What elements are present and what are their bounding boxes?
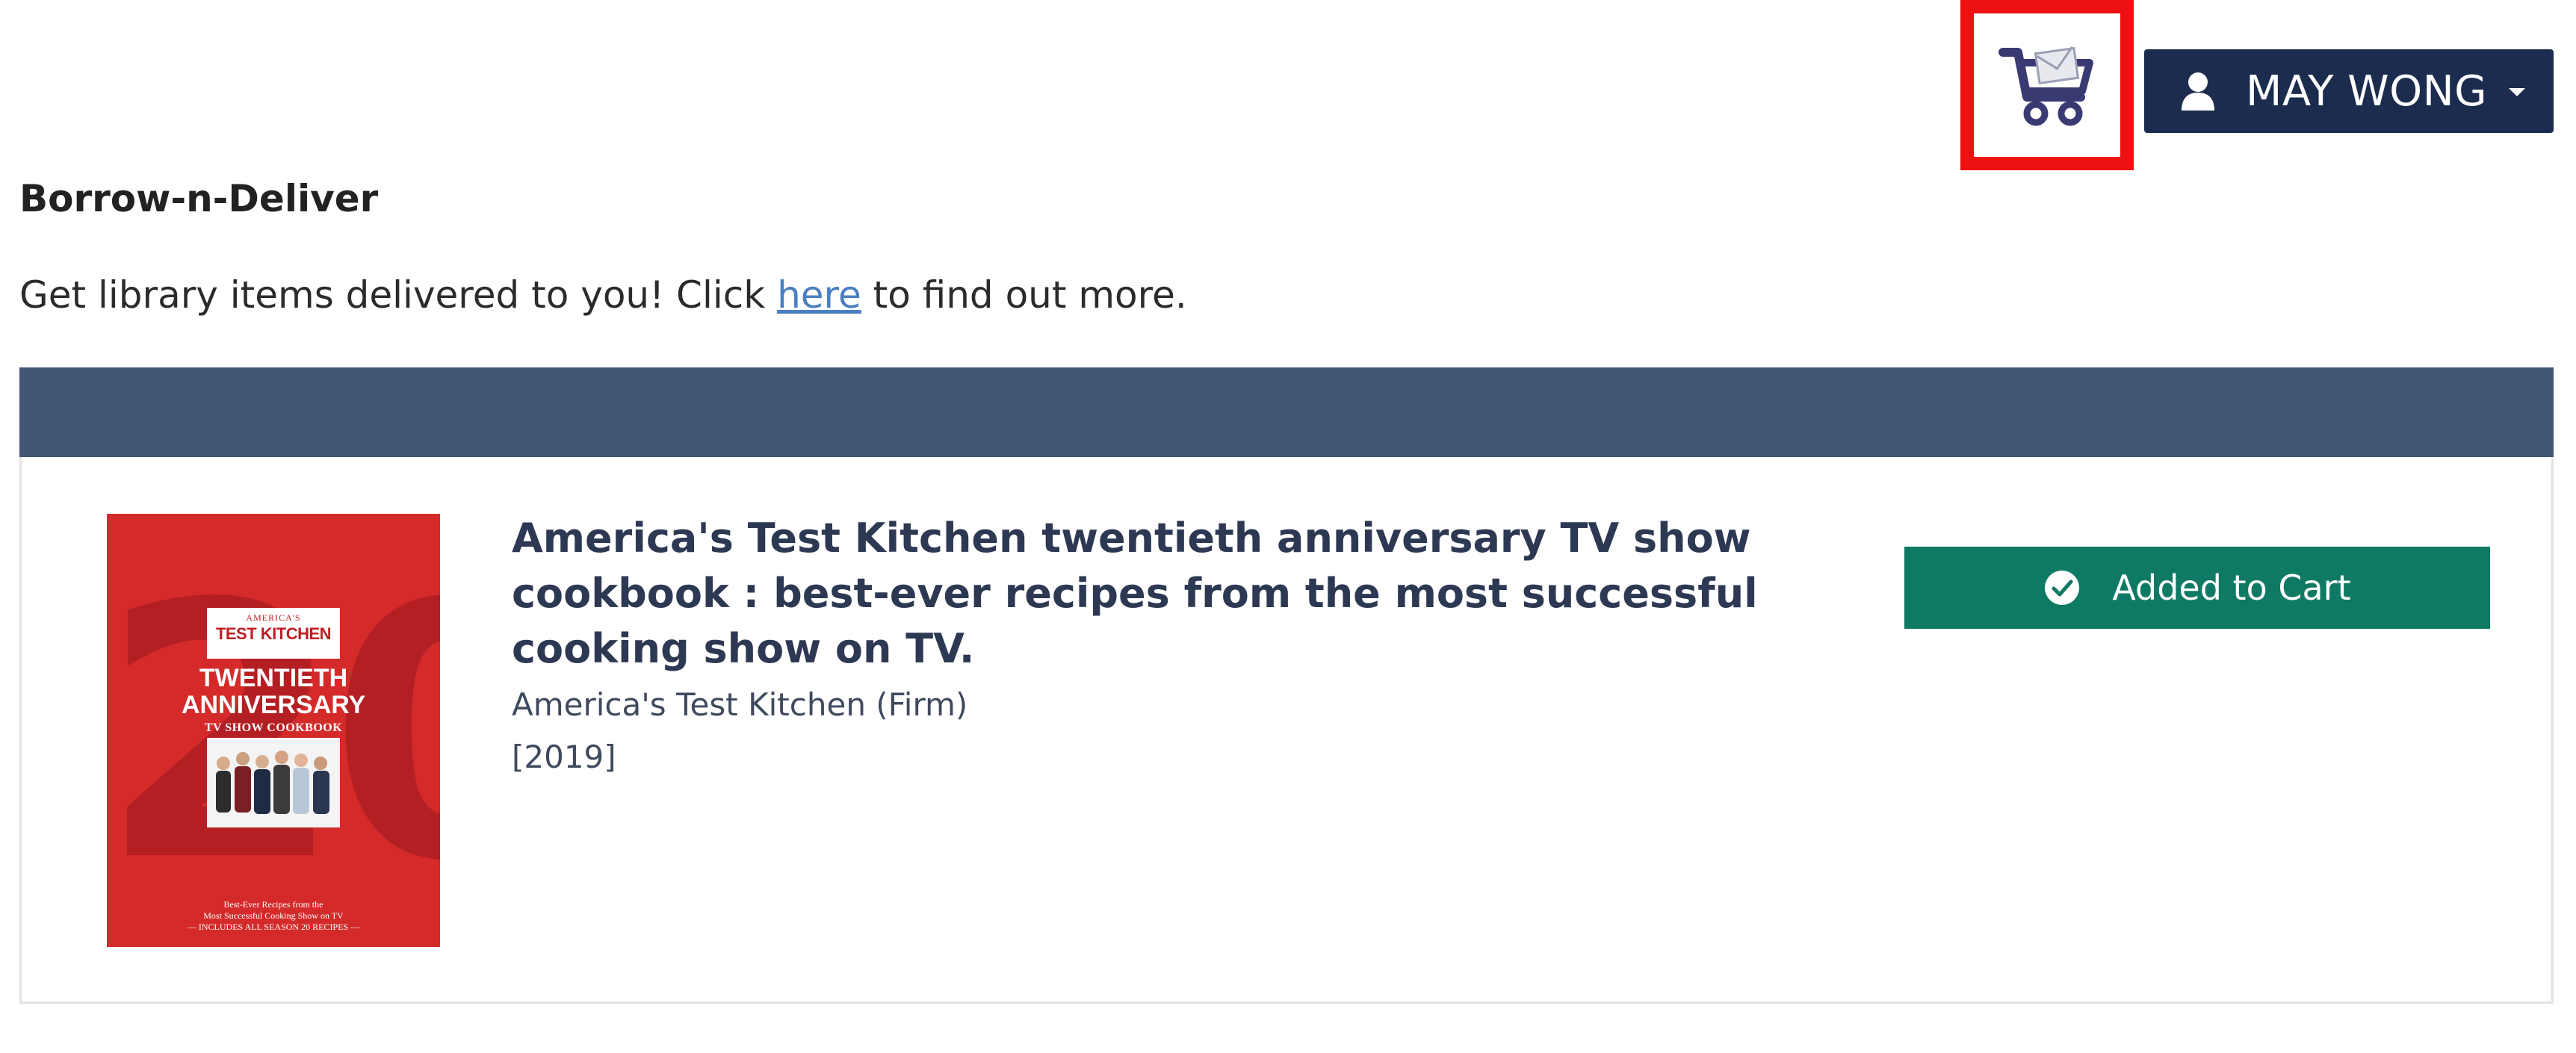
added-to-cart-button[interactable]: Added to Cart — [1904, 547, 2490, 629]
section-title: Borrow-n-Deliver — [19, 177, 379, 220]
check-circle-icon — [2045, 571, 2080, 605]
cover-brand-box: AMERICA'S TEST KITCHEN — [207, 608, 340, 659]
book-year: [2019] — [512, 739, 616, 775]
added-to-cart-label: Added to Cart — [2112, 568, 2351, 608]
cart-button[interactable] — [1960, 0, 2134, 170]
cover-photo-people — [207, 738, 340, 827]
caret-down-icon — [2509, 88, 2525, 96]
cover-edition: TWENTIETH ANNIVERSARY — [182, 665, 365, 718]
cover-subtitle: TV SHOW COOKBOOK — [204, 721, 343, 734]
cover-edition-line1: TWENTIETH — [199, 664, 348, 692]
user-menu-button[interactable]: MAY WONG — [2144, 49, 2554, 133]
cart-icon — [1998, 46, 2093, 126]
intro-text-after: to find out more. — [861, 273, 1187, 317]
result-card: 20 AMERICA'S TEST KITCHEN TWENTIETH ANNI… — [19, 457, 2554, 1004]
cover-brand-big: TEST KITCHEN — [215, 624, 332, 643]
find-out-more-link[interactable]: here — [777, 273, 861, 317]
person-icon — [2182, 72, 2214, 111]
intro-text-before: Get library items delivered to you! Clic… — [19, 273, 778, 317]
cover-brand-small: AMERICA'S — [246, 612, 301, 623]
results-header-bar — [19, 367, 2554, 457]
cover-photo — [207, 738, 340, 827]
cover-tagline-line2: Most Successful Cooking Show on TV — [203, 910, 344, 921]
user-name: MAY WONG — [2246, 66, 2488, 116]
book-title-link[interactable]: America's Test Kitchen twentieth anniver… — [512, 511, 1886, 677]
cover-tagline-line1: Best-Ever Recipes from the — [223, 899, 323, 910]
book-cover[interactable]: 20 AMERICA'S TEST KITCHEN TWENTIETH ANNI… — [107, 514, 440, 947]
cover-edition-line2: ANNIVERSARY — [182, 691, 366, 719]
book-author: America's Test Kitchen (Firm) — [512, 686, 968, 723]
cover-tagline-line3: — INCLUDES ALL SEASON 20 RECIPES — — [187, 922, 360, 932]
cover-tagline: Best-Ever Recipes from the Most Successf… — [152, 899, 395, 933]
intro-text: Get library items delivered to you! Clic… — [19, 269, 1187, 321]
